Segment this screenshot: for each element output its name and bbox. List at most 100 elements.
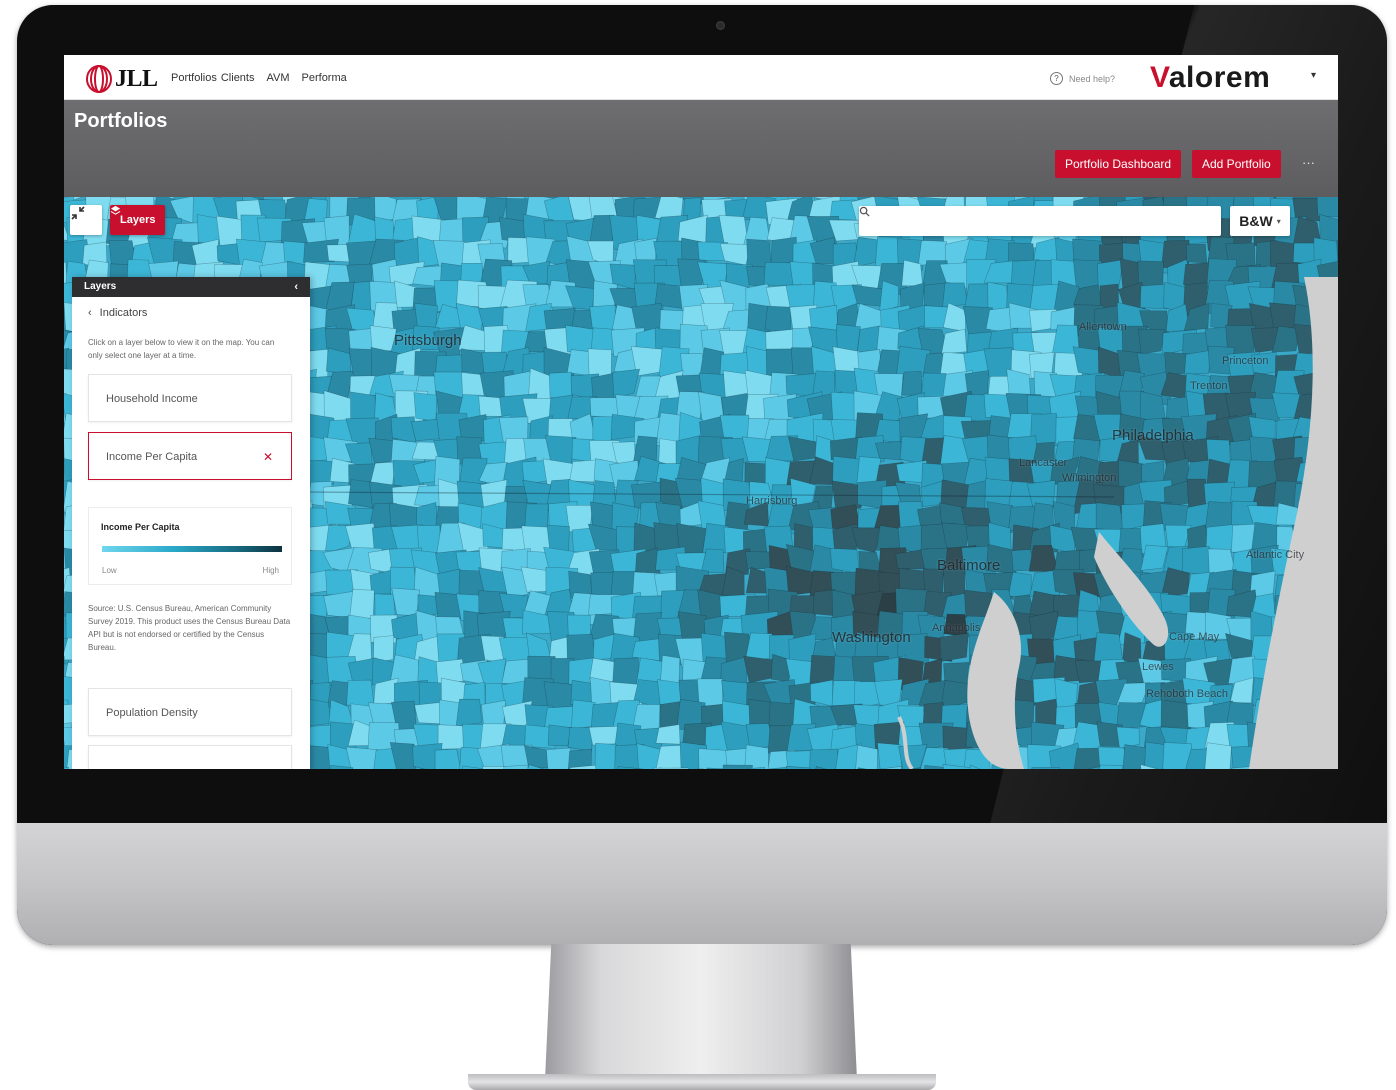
census-tract (434, 748, 461, 769)
layer-card-label: Household Income (106, 393, 198, 405)
valorem-v-initial: V (1150, 61, 1169, 94)
legend-card: Income Per Capita Low High (88, 507, 292, 585)
nav-portfolios[interactable]: Portfolios (171, 72, 217, 84)
nav-avm[interactable]: AVM (266, 72, 289, 84)
indicators-back-link[interactable]: ‹ Indicators (88, 307, 147, 319)
collapse-panel-chevron-icon[interactable]: ‹ (294, 277, 298, 297)
census-tract (345, 746, 379, 769)
census-tract (565, 504, 594, 533)
top-navbar: JLL Portfolios Clients AVM Performa ? Ne… (64, 55, 1338, 100)
map-label-washington: Washington (832, 629, 911, 646)
chevron-down-icon: ▾ (1276, 216, 1281, 226)
map-label-atlantic-city: Atlantic City (1246, 549, 1305, 561)
census-tract (594, 742, 617, 769)
help-link[interactable]: ? Need help? (1050, 72, 1115, 85)
search-input[interactable] (885, 206, 1209, 238)
portfolio-dashboard-button[interactable]: Portfolio Dashboard (1055, 150, 1182, 178)
census-tract (901, 259, 924, 287)
layer-card-next[interactable] (88, 745, 292, 769)
census-tract (809, 748, 839, 769)
census-tract (1204, 742, 1232, 769)
census-tract (875, 441, 902, 461)
page-title: Portfolios (74, 110, 168, 132)
census-tract (1073, 747, 1103, 769)
user-menu-caret-icon[interactable]: ▾ (1311, 70, 1316, 81)
census-tract (939, 632, 969, 662)
valorem-wordmark: Valorem (1150, 61, 1270, 95)
nav-performa[interactable]: Performa (302, 72, 347, 84)
layers-button-label: Layers (120, 214, 156, 226)
monitor-chin (17, 823, 1387, 945)
map-label-cape-may: Cape May (1169, 631, 1220, 643)
layers-panel-title: Layers (84, 281, 117, 292)
legend-title: Income Per Capita (101, 522, 180, 532)
valorem-wordmark-rest: alorem (1168, 61, 1271, 94)
map-label-lewes: Lewes (1142, 661, 1174, 673)
census-tract (1138, 328, 1166, 355)
jll-logo-text: JLL (115, 65, 158, 92)
census-tract (1207, 548, 1236, 574)
census-tract (941, 522, 969, 549)
map-search[interactable] (859, 206, 1221, 238)
help-label: Need help? (1069, 73, 1116, 84)
map-label-baltimore: Baltimore (937, 557, 1001, 574)
jll-swoosh-icon (86, 65, 112, 93)
add-portfolio-button[interactable]: Add Portfolio (1192, 150, 1281, 178)
map-label-allentown: Allentown (1079, 321, 1127, 333)
monitor-stand (545, 944, 857, 1080)
census-tract (349, 588, 375, 620)
more-options-icon[interactable]: ··· (1302, 155, 1315, 170)
chevron-left-icon: ‹ (88, 307, 92, 319)
map-label-pittsburgh: Pittsburgh (394, 332, 462, 349)
census-tract (652, 767, 689, 769)
layer-card-label: Population Density (106, 707, 198, 719)
map-label-lancaster: Lancaster (1019, 457, 1068, 469)
legend-low-label: Low (102, 566, 117, 575)
remove-layer-close-icon[interactable]: ✕ (263, 433, 273, 481)
census-tract (855, 744, 879, 769)
census-tract (437, 724, 467, 750)
legend-gradient-bar (102, 546, 282, 552)
layer-card-population-density[interactable]: Population Density (88, 688, 292, 736)
census-tract (612, 657, 639, 687)
app-screen: JLL Portfolios Clients AVM Performa ? Ne… (64, 55, 1338, 769)
map-style-dropdown[interactable]: B&W ▾ (1230, 206, 1290, 236)
census-tract (432, 240, 466, 268)
layers-panel-header: Layers ‹ (72, 277, 310, 297)
layers-icon (110, 205, 121, 215)
camera-icon (716, 21, 725, 30)
map-label-harrisburg: Harrisburg (746, 495, 798, 507)
census-tract (1031, 766, 1060, 769)
collapse-arrows-icon (71, 206, 85, 220)
layers-description: Click on a layer below to view it on the… (88, 338, 275, 360)
collapse-map-button[interactable] (70, 205, 102, 235)
layers-panel: Layers ‹ ‹ Indicators Click on a layer b… (72, 277, 310, 769)
valorem-logo: Valorem (1150, 61, 1270, 95)
indicators-label: Indicators (99, 307, 148, 319)
census-tract (1316, 197, 1338, 218)
layer-card-income-per-capita[interactable]: Income Per Capita ✕ (88, 432, 292, 480)
census-tract (942, 282, 969, 309)
census-tract (482, 766, 505, 769)
layer-card-household-income[interactable]: Household Income (88, 374, 292, 422)
layer-card-label: Income Per Capita (106, 451, 198, 463)
census-tract (548, 371, 574, 400)
map-style-label: B&W (1239, 213, 1273, 229)
map-label-philadelphia: Philadelphia (1112, 427, 1194, 444)
jll-logo[interactable]: JLL (86, 65, 158, 93)
legend-high-label: High (262, 566, 279, 575)
main-nav: Portfolios Clients AVM Performa (171, 72, 347, 84)
nav-clients[interactable]: Clients (221, 72, 255, 84)
census-tract (455, 698, 483, 727)
help-icon: ? (1050, 72, 1063, 85)
monitor-stand-base (468, 1074, 936, 1090)
choropleth-map[interactable]: Pittsburgh Allentown Trenton Philadelphi… (64, 197, 1338, 769)
census-tract (567, 727, 594, 752)
layers-button[interactable]: Layers (110, 205, 166, 235)
map-label-trenton: Trenton (1190, 380, 1228, 392)
census-tract (1185, 243, 1208, 264)
census-tract (588, 725, 620, 746)
data-source-note: Source: U.S. Census Bureau, American Com… (88, 604, 291, 652)
page-header (64, 100, 1338, 197)
map-label-princeton: Princeton (1222, 355, 1269, 367)
